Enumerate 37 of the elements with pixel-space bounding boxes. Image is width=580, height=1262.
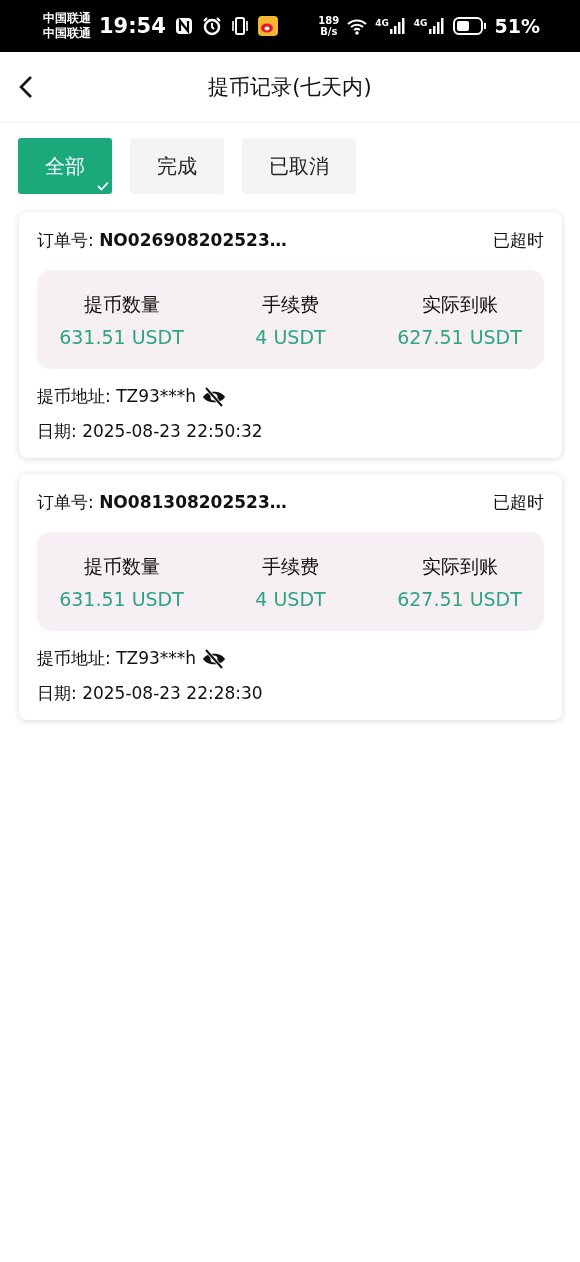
eye-slash-icon[interactable] xyxy=(202,386,227,407)
nfc-icon xyxy=(173,16,194,36)
withdraw-address: 提币地址: TZ93***h xyxy=(37,385,197,408)
vibrate-icon xyxy=(229,16,250,36)
amount-label: 实际到账 xyxy=(421,291,498,317)
alarm-icon xyxy=(201,16,222,36)
order-status: 已超时 xyxy=(493,491,544,514)
record-date: 日期: 2025-08-23 22:50:32 xyxy=(37,420,264,443)
amount-value: 627.51 USDT xyxy=(397,325,522,348)
withdraw-address: 提币地址: TZ93***h xyxy=(37,647,197,670)
filter-tab[interactable]: 完成 xyxy=(130,138,224,194)
amount-label: 实际到账 xyxy=(421,553,498,579)
carrier-name: 中国联通 xyxy=(43,26,91,41)
amount-label: 手续费 xyxy=(262,553,319,579)
amount-value: 631.51 USDT xyxy=(59,587,184,610)
check-icon xyxy=(97,181,109,191)
amount-value: 631.51 USDT xyxy=(59,325,184,348)
clock-time: 19:54 xyxy=(99,14,166,38)
amount-label: 提币数量 xyxy=(83,553,160,579)
amount-label: 手续费 xyxy=(262,291,319,317)
amount-value: 4 USDT xyxy=(255,587,326,610)
filter-tab[interactable]: 已取消 xyxy=(242,138,356,194)
wifi-icon xyxy=(347,16,368,36)
battery-percent: 51% xyxy=(494,15,540,37)
page-title: 提币记录(七天内) xyxy=(208,74,372,101)
order-number: 订单号: NO026908202523… xyxy=(37,229,287,252)
amount-label: 提币数量 xyxy=(83,291,160,317)
app-icon xyxy=(257,16,278,36)
battery-icon xyxy=(452,16,487,36)
amount-value: 4 USDT xyxy=(255,325,326,348)
order-status: 已超时 xyxy=(493,229,544,252)
amount-value: 627.51 USDT xyxy=(397,587,522,610)
record-date: 日期: 2025-08-23 22:28:30 xyxy=(37,682,264,705)
carrier-name: 中国联通 xyxy=(43,11,91,26)
eye-slash-icon[interactable] xyxy=(202,648,227,669)
order-number: 订单号: NO081308202523… xyxy=(37,491,287,514)
net-speed: 189 B/s xyxy=(318,15,340,37)
